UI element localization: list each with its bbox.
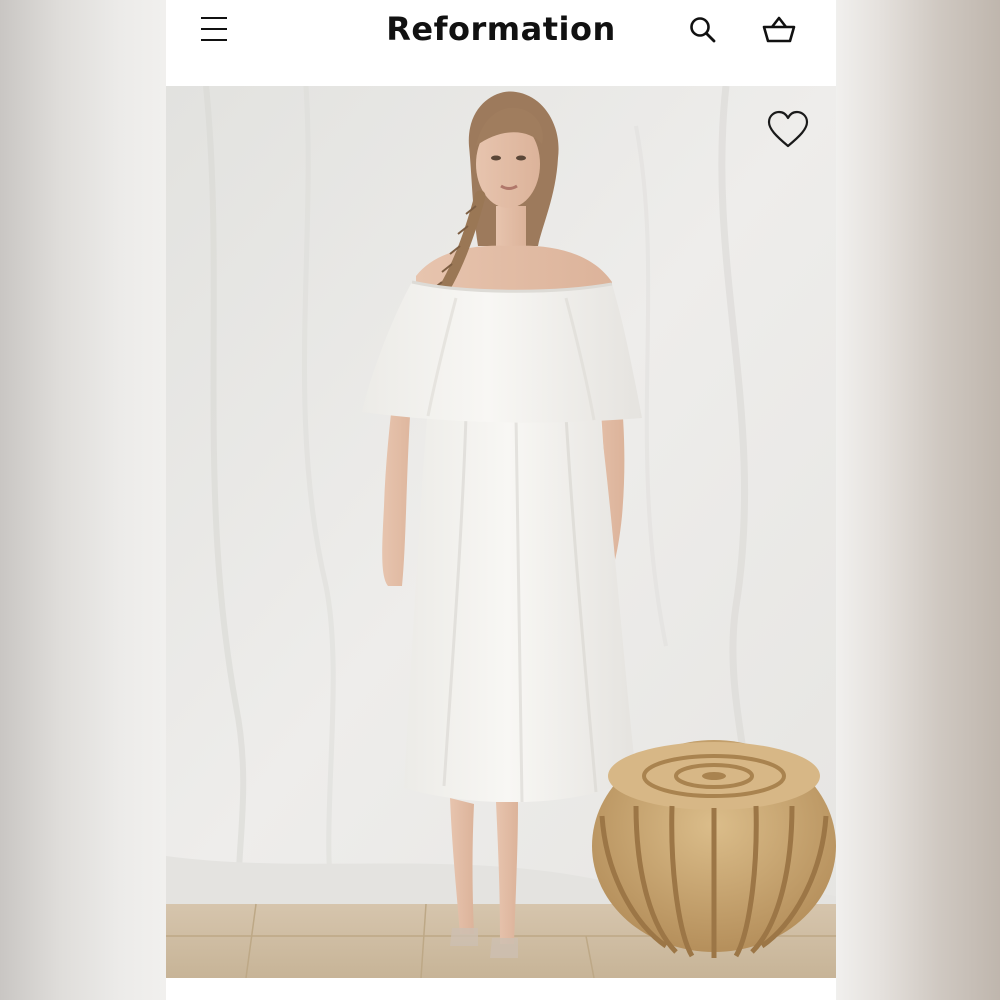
wishlist-button[interactable] xyxy=(766,110,810,150)
product-photo[interactable] xyxy=(166,86,836,978)
top-navigation-bar: Reformation xyxy=(166,0,836,84)
search-icon xyxy=(690,17,716,43)
shopping-basket-icon xyxy=(762,16,796,43)
brand-logo[interactable]: Reformation xyxy=(166,10,836,48)
product-photo-scene xyxy=(166,86,836,978)
app-frame: Reformation xyxy=(166,0,836,1000)
cart-button[interactable] xyxy=(760,12,796,46)
search-button[interactable] xyxy=(686,12,720,46)
heart-outline-icon xyxy=(767,110,809,148)
